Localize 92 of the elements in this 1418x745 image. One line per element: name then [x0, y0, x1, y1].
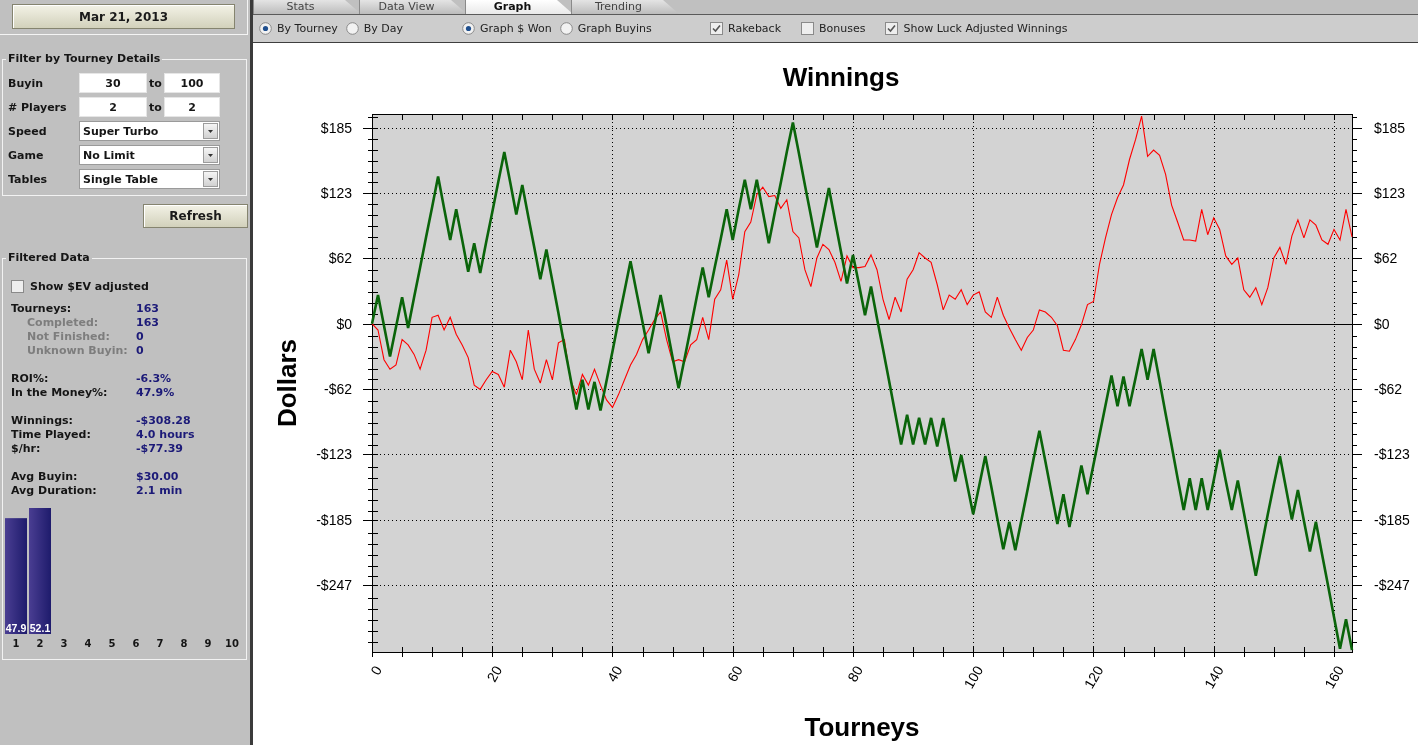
bar-value-label: 47.9 — [5, 622, 27, 634]
caret-icon — [203, 123, 218, 139]
group-title: Filter by Tourney Details — [7, 52, 162, 66]
chart-title: Winnings — [782, 62, 900, 92]
bar-category-label: 4 — [84, 638, 92, 649]
checkbox-option[interactable]: Bonuses — [801, 22, 866, 35]
stat-label: Winnings: — [11, 414, 73, 428]
y-tick-label: $0 — [1374, 315, 1390, 332]
x-tick-label: 20 — [483, 663, 506, 685]
stat-value: -$308.28 — [136, 414, 191, 428]
bar-category-label: 10 — [225, 638, 239, 649]
stat-value: 0 — [136, 330, 144, 344]
bar-category-label: 6 — [132, 638, 140, 649]
tab[interactable]: Graph — [465, 0, 573, 14]
radio-option[interactable]: By Tourney — [259, 22, 338, 35]
ev-adjusted-checkbox[interactable]: Show $EV adjusted — [11, 278, 149, 294]
input-field[interactable]: 2 — [79, 97, 147, 117]
y-tick-label: -$185 — [316, 511, 352, 528]
checkbox-option[interactable]: Rakeback — [710, 22, 782, 35]
axis-title: Tourneys — [804, 712, 920, 742]
input-field[interactable]: 30 — [79, 73, 147, 93]
stat-label: Tourneys: — [11, 302, 72, 316]
refresh-button[interactable]: Refresh — [143, 204, 248, 228]
axis-title: Dollars — [272, 338, 302, 428]
y-tick-label: $185 — [320, 119, 352, 136]
bar-category-label: 8 — [180, 638, 188, 649]
stat-value: -$77.39 — [136, 442, 183, 456]
field-label: Buyin — [8, 76, 43, 90]
stat-value: 4.0 hours — [136, 428, 195, 442]
caret-icon — [203, 171, 218, 187]
stat-value: $30.00 — [136, 470, 179, 484]
range-joiner: to — [148, 76, 163, 90]
y-tick-label: -$247 — [316, 577, 352, 594]
x-tick-label: 100 — [960, 663, 987, 692]
checkbox-option[interactable]: Show Luck Adjusted Winnings — [885, 22, 1068, 35]
date-button[interactable]: Mar 21, 2013 — [12, 4, 235, 29]
y-tick-label: -$247 — [1374, 577, 1410, 594]
y-tick-label: $185 — [1374, 119, 1406, 136]
y-tick-label: $62 — [1374, 250, 1398, 267]
dropdown-field[interactable]: Super Turbo — [79, 121, 220, 141]
caret-icon — [203, 147, 218, 163]
stat-label: ROI%: — [11, 372, 49, 386]
stat-value: 0 — [136, 344, 144, 358]
stat-value: 163 — [136, 302, 159, 316]
stat-label: $/hr: — [11, 442, 41, 456]
stat-value: -6.3% — [136, 372, 172, 386]
radio-option[interactable]: Graph Buyins — [559, 22, 652, 35]
x-tick-label: 60 — [724, 663, 746, 685]
field-label: # Players — [8, 100, 67, 114]
stat-value: 47.9% — [136, 386, 175, 400]
stat-label: Unknown Buyin: — [27, 344, 128, 358]
y-tick-label: $62 — [328, 250, 352, 267]
field-label: Game — [8, 148, 44, 162]
dropdown-field[interactable]: No Limit — [79, 145, 220, 165]
y-tick-label: -$123 — [316, 445, 352, 462]
bar-category-label: 5 — [108, 638, 116, 649]
y-tick-label: -$123 — [1374, 445, 1410, 462]
x-tick-label: 140 — [1201, 663, 1227, 692]
y-tick-label: -$185 — [1374, 511, 1410, 528]
range-joiner: to — [148, 100, 163, 114]
bar-category-label: 7 — [156, 638, 164, 649]
bar-category-label: 9 — [204, 638, 212, 649]
stat-label: In the Money%: — [11, 386, 108, 400]
field-label: Speed — [8, 124, 47, 138]
field-label: Tables — [8, 172, 48, 186]
y-tick-label: $0 — [336, 315, 352, 332]
y-tick-label: $123 — [320, 185, 352, 202]
stat-value: 2.1 min — [136, 484, 183, 498]
input-field[interactable]: 100 — [164, 73, 220, 93]
y-tick-label: -$62 — [1374, 381, 1403, 398]
y-tick-label: $123 — [1374, 185, 1406, 202]
bar-category-label: 1 — [12, 638, 20, 649]
stat-label: Completed: — [27, 316, 99, 330]
stat-label: Avg Duration: — [11, 484, 97, 498]
radio-option[interactable]: Graph $ Won — [462, 22, 552, 35]
group-title: Filtered Data — [7, 251, 91, 265]
y-tick-label: -$62 — [323, 381, 352, 398]
x-tick-label: 120 — [1080, 663, 1107, 692]
bar-value-label: 52.1 — [29, 622, 51, 634]
dropdown-field[interactable]: Single Table — [79, 169, 220, 189]
stat-label: Avg Buyin: — [11, 470, 78, 484]
stat-label: Not Finished: — [27, 330, 110, 344]
radio-option[interactable]: By Day — [345, 22, 403, 35]
x-tick-label: 40 — [603, 663, 626, 685]
input-field[interactable]: 2 — [164, 97, 220, 117]
x-tick-label: 160 — [1321, 663, 1347, 692]
bar-category-label: 3 — [60, 638, 68, 649]
bar-category-label: 2 — [36, 638, 44, 649]
stat-label: Time Played: — [11, 428, 91, 442]
x-tick-label: 0 — [367, 663, 385, 678]
x-tick-label: 80 — [844, 663, 866, 685]
stat-value: 163 — [136, 316, 159, 330]
